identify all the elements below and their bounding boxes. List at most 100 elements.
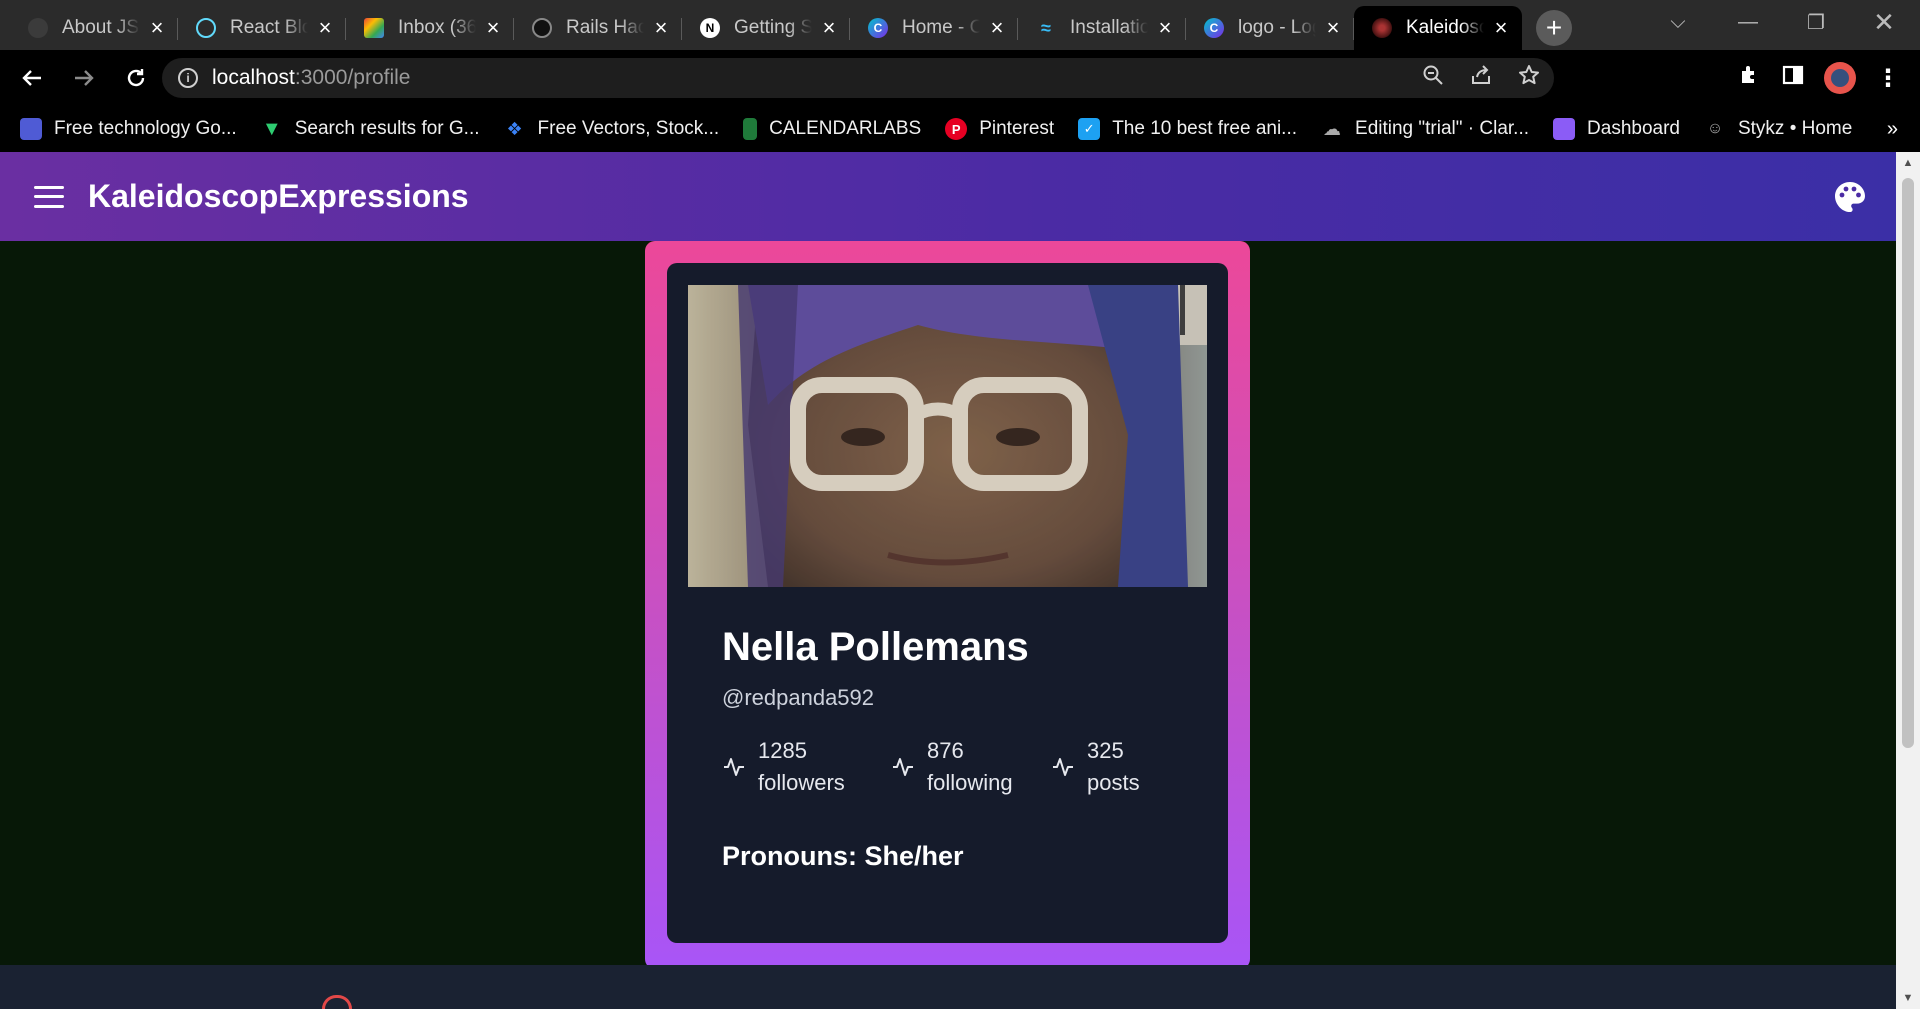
heart-icon [322,995,352,1009]
bookmarks-overflow-button[interactable]: » [1887,106,1898,152]
close-icon[interactable]: × [1154,15,1176,40]
bookmark-label: Free Vectors, Stock... [537,118,720,139]
stat-value: 876 [927,738,964,763]
react-icon [196,18,216,38]
close-icon[interactable]: × [146,15,168,40]
tab-installation[interactable]: ≈ Installation × [1018,6,1186,50]
zoom-icon[interactable] [1422,64,1444,92]
tab-title: Home - Canva [902,17,980,38]
gmail-icon [364,18,384,38]
tab-title: Inbox (36) [398,17,476,38]
stat-value: 325 [1087,738,1124,763]
dashboard-icon [1553,118,1576,140]
restore-button[interactable]: ❐ [1786,0,1846,44]
minimize-button[interactable]: — [1718,0,1778,44]
github-icon [28,18,48,38]
canva-icon: C [1204,18,1224,38]
palette-icon[interactable] [1832,179,1868,215]
tab-react-blog[interactable]: React Blog × [178,6,346,50]
side-panel-icon[interactable] [1782,64,1804,92]
bookmark-item[interactable]: CALENDARLABS [743,118,921,140]
tab-search-icon[interactable]: ⌵ [1648,0,1708,44]
bookmark-item[interactable]: ☺ Stykz • Home [1704,118,1853,140]
close-icon[interactable]: × [482,15,504,40]
nextjs-icon: N [700,18,720,38]
tab-logo[interactable]: C logo - Logo × [1186,6,1354,50]
tab-home-canva[interactable]: C Home - Canva × [850,6,1018,50]
extensions-icon[interactable] [1738,63,1762,93]
new-tab-button[interactable]: + [1536,10,1572,46]
brand-title[interactable]: KaleidoscopExpressions [88,178,469,215]
bookmark-star-icon[interactable] [1518,64,1540,92]
scroll-thumb[interactable] [1902,178,1914,748]
bookmark-item[interactable]: Dashboard [1553,118,1680,140]
back-button[interactable] [12,58,52,98]
bookmark-item[interactable]: P Pinterest [945,118,1054,140]
twitter-icon: ✓ [1078,118,1101,140]
url-host: localhost [212,66,295,89]
bookmark-item[interactable]: ▼ Search results for G... [261,118,480,140]
page-scrollbar[interactable]: ▲ ▼ [1896,152,1920,1009]
tab-title: Rails Hacks [566,17,644,38]
tab-getting-started[interactable]: N Getting Started × [682,6,850,50]
forward-button[interactable] [64,58,104,98]
more-menu-icon[interactable]: ⋮ [1876,64,1900,93]
close-icon[interactable]: × [1490,15,1512,40]
bookmark-icon: ▼ [261,117,282,140]
stat-label: posts [1087,770,1140,795]
address-bar[interactable]: i localhost:3000/profile [162,58,1554,98]
tab-strip: About JS × React Blog × Inbox (36) × Rai… [0,0,1920,50]
bookmark-item[interactable]: ☁ Editing "trial" · Clar... [1321,118,1529,140]
close-icon[interactable]: × [314,15,336,40]
site-info-icon[interactable]: i [178,68,198,88]
scroll-down-arrow[interactable]: ▼ [1896,987,1920,1009]
activity-icon [1053,758,1073,776]
close-icon[interactable]: × [986,15,1008,40]
close-window-button[interactable]: ✕ [1854,0,1914,44]
bookmark-item[interactable]: ❖ Free Vectors, Stock... [504,118,720,140]
tab-title: logo - Logo [1238,17,1316,38]
rails-icon [532,18,552,38]
close-icon[interactable]: × [650,15,672,40]
share-icon[interactable] [1470,64,1492,92]
tab-rails-hacks[interactable]: Rails Hacks × [514,6,682,50]
bookmark-item[interactable]: Free technology Go... [20,118,237,140]
bookmark-item[interactable]: ✓ The 10 best free ani... [1078,118,1297,140]
bookmark-label: The 10 best free ani... [1112,118,1298,139]
close-icon[interactable]: × [818,15,840,40]
tab-title: About JS [62,17,140,38]
tab-title: React Blog [230,17,308,38]
tab-title: Getting Started [734,17,812,38]
tab-kaleidoscop-active[interactable]: KaleidoscopExpressions × [1354,6,1522,50]
profile-pronouns: Pronouns: She/her [722,841,964,871]
app-header: KaleidoscopExpressions [0,152,1896,241]
activity-icon [724,758,744,776]
page-viewport: KaleidoscopExpressions Nella Pollemans @… [0,152,1896,1009]
url-text[interactable]: localhost:3000/profile [212,66,410,90]
stat-following[interactable]: 876 following [891,735,1013,799]
profile-card: Nella Pollemans @redpanda592 1285 followe… [667,263,1228,943]
reload-button[interactable] [116,58,156,98]
browser-toolbar: i localhost:3000/profile ⋮ [0,50,1920,106]
profile-photo [688,285,1207,587]
stykz-icon: ☺ [1706,120,1724,137]
bookmark-label: Stykz • Home [1737,118,1853,139]
stat-label: following [927,770,1013,795]
stat-posts[interactable]: 325 posts [1051,735,1140,799]
tab-inbox[interactable]: Inbox (36) × [346,6,514,50]
tab-about-js[interactable]: About JS × [10,6,178,50]
profile-handle: @redpanda592 [722,685,875,710]
profile-name: Nella Pollemans [722,625,1029,669]
profile-avatar[interactable] [1824,62,1856,94]
tailwind-icon: ≈ [1041,17,1051,38]
bookmarks-bar: Free technology Go... ▼ Search results fo… [0,106,1920,152]
close-icon[interactable]: × [1322,15,1344,40]
stat-followers[interactable]: 1285 followers [722,735,845,799]
scroll-up-arrow[interactable]: ▲ [1896,152,1920,174]
tab-title: KaleidoscopExpressions [1406,17,1484,38]
bookmark-label: Pinterest [979,118,1055,139]
page-footer [0,965,1896,1009]
bookmark-label: Free technology Go... [54,118,237,139]
menu-icon[interactable] [34,185,64,208]
bookmark-label: Dashboard [1587,118,1680,139]
